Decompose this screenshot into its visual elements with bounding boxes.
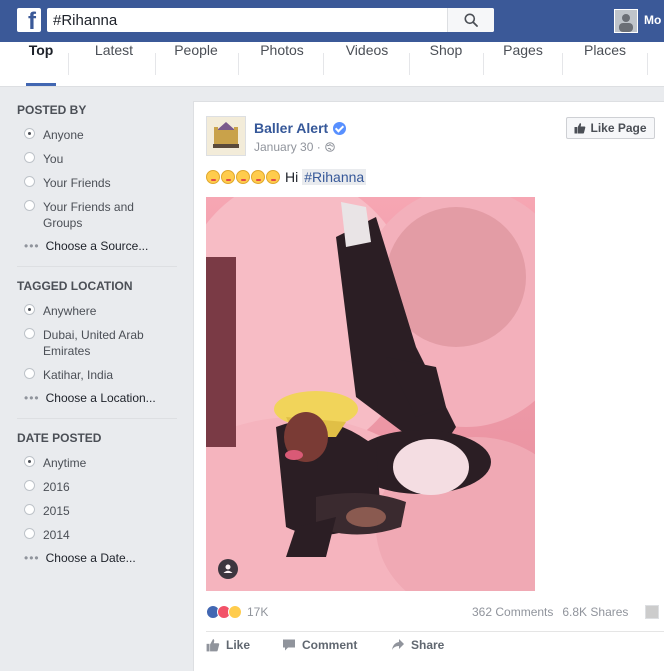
choose-source-link[interactable]: ••• Choose a Source... — [24, 239, 148, 253]
tab-divider — [647, 53, 648, 75]
page-avatar[interactable] — [206, 116, 246, 156]
like-button[interactable]: Like — [206, 638, 250, 652]
page-name-link[interactable]: Baller Alert — [254, 120, 347, 136]
filter-option-katihar[interactable]: Katihar, India — [24, 367, 113, 383]
radio-button[interactable] — [24, 152, 35, 163]
tab-divider — [562, 53, 563, 75]
user-name[interactable]: Mo — [644, 13, 661, 27]
haha-reaction-icon — [228, 605, 242, 619]
tab-divider — [409, 53, 410, 75]
radio-button[interactable] — [24, 128, 35, 139]
search-button[interactable] — [447, 8, 494, 32]
radio-button[interactable] — [24, 328, 35, 339]
top-bar: f Mo — [0, 0, 664, 42]
radio-button[interactable] — [24, 304, 35, 315]
radio-button[interactable] — [24, 480, 35, 491]
thumbs-up-icon — [574, 123, 586, 134]
tab-photos[interactable]: Photos — [250, 42, 314, 86]
facebook-logo[interactable]: f — [17, 8, 41, 32]
tab-divider — [483, 53, 484, 75]
actions-divider — [206, 631, 664, 632]
more-dots-icon: ••• — [24, 551, 40, 565]
radio-button[interactable] — [24, 528, 35, 539]
section-divider — [17, 266, 177, 267]
shares-count-link[interactable]: 6.8K Shares — [562, 605, 628, 619]
radio-button[interactable] — [24, 176, 35, 187]
tab-pages[interactable]: Pages — [496, 42, 550, 86]
choose-date-link[interactable]: ••• Choose a Date... — [24, 551, 136, 565]
engagement-counts: 362 Comments 6.8K Shares — [472, 605, 628, 619]
tab-divider — [238, 53, 239, 75]
search-icon — [464, 13, 478, 27]
post-timestamp[interactable]: January 30 · — [254, 140, 335, 154]
reaction-summary[interactable]: 17K — [206, 605, 268, 619]
tab-divider — [155, 53, 156, 75]
user-avatar[interactable] — [614, 9, 638, 33]
tongue-emoji-icon — [251, 170, 265, 184]
filter-option-anytime[interactable]: Anytime — [24, 455, 86, 471]
tab-latest[interactable]: Latest — [82, 42, 146, 86]
search-tabs: Top Latest People Photos Videos Shop Pag… — [0, 42, 664, 87]
post-card: Baller Alert January 30 · Like Page Hi #… — [193, 101, 664, 671]
viewer-avatar[interactable] — [645, 605, 659, 619]
tongue-emoji-icon — [236, 170, 250, 184]
tongue-emoji-icon — [221, 170, 235, 184]
post-message: Hi #Rihanna — [206, 169, 367, 185]
emoji-group — [206, 170, 281, 184]
comment-button[interactable]: Comment — [282, 638, 357, 652]
comment-icon — [283, 639, 295, 651]
tab-shop[interactable]: Shop — [419, 42, 473, 86]
tab-people[interactable]: People — [164, 42, 228, 86]
more-dots-icon: ••• — [24, 391, 40, 405]
filter-option-your-friends[interactable]: Your Friends — [24, 175, 111, 191]
filter-option-you[interactable]: You — [24, 151, 63, 167]
filter-title-date-posted: DATE POSTED — [17, 431, 102, 445]
section-divider — [17, 418, 177, 419]
filter-title-posted-by: POSTED BY — [17, 103, 87, 117]
radio-button[interactable] — [24, 456, 35, 467]
filter-option-dubai[interactable]: Dubai, United Arab Emirates — [24, 327, 164, 359]
like-page-button[interactable]: Like Page — [566, 117, 655, 139]
radio-button[interactable] — [24, 200, 35, 211]
choose-location-link[interactable]: ••• Choose a Location... — [24, 391, 156, 405]
verified-badge-icon — [333, 121, 347, 135]
filter-option-2014[interactable]: 2014 — [24, 527, 70, 543]
tab-top[interactable]: Top — [26, 42, 56, 86]
tongue-emoji-icon — [206, 170, 220, 184]
filter-option-2015[interactable]: 2015 — [24, 503, 70, 519]
thumbs-up-icon — [206, 639, 220, 652]
more-dots-icon: ••• — [24, 239, 40, 253]
hashtag-link[interactable]: #Rihanna — [302, 169, 367, 185]
filter-option-anywhere[interactable]: Anywhere — [24, 303, 96, 319]
comments-count-link[interactable]: 362 Comments — [472, 605, 553, 619]
search-box — [47, 8, 494, 32]
share-icon — [392, 639, 404, 650]
share-button[interactable]: Share — [391, 638, 444, 652]
tag-person-icon[interactable] — [218, 559, 238, 579]
tab-divider — [68, 53, 69, 75]
tab-places[interactable]: Places — [578, 42, 632, 86]
filter-option-2016[interactable]: 2016 — [24, 479, 70, 495]
filter-option-anyone[interactable]: Anyone — [24, 127, 84, 143]
filter-title-tagged-location: TAGGED LOCATION — [17, 279, 133, 293]
search-input[interactable] — [47, 8, 447, 32]
globe-icon — [324, 142, 335, 152]
radio-button[interactable] — [24, 368, 35, 379]
radio-button[interactable] — [24, 504, 35, 515]
tab-divider — [323, 53, 324, 75]
post-photo[interactable] — [206, 197, 535, 591]
tab-videos[interactable]: Videos — [335, 42, 399, 86]
filter-option-friends-and-groups[interactable]: Your Friends and Groups — [24, 199, 144, 231]
tongue-emoji-icon — [266, 170, 280, 184]
